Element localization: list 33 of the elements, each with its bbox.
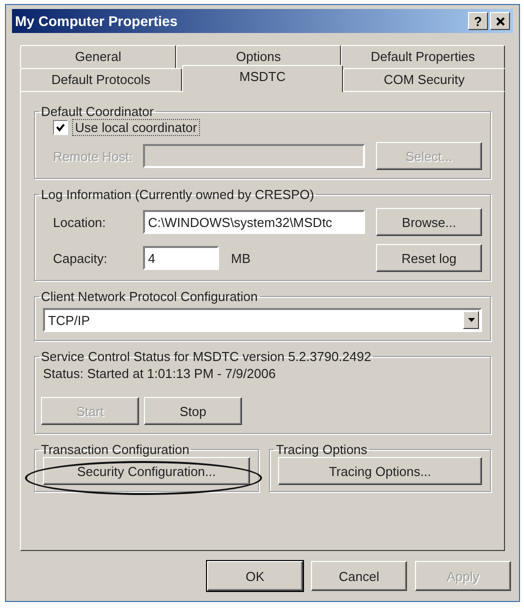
browse-button[interactable]: Browse... [376, 208, 482, 236]
checkmark-icon [56, 123, 65, 132]
location-field[interactable]: C:\WINDOWS\system32\MSDtc [143, 210, 365, 234]
tab[interactable]: General [20, 45, 176, 68]
group-title: Default Coordinator [41, 104, 154, 119]
tab[interactable]: MSDTC [182, 65, 344, 92]
capacity-field[interactable]: 4 [143, 246, 219, 270]
config-button[interactable]: Security Configuration... [43, 457, 250, 485]
group-title: Transaction Configuration [41, 442, 190, 457]
reset-log-button[interactable]: Reset log [376, 244, 482, 272]
close-button[interactable] [490, 12, 510, 30]
capacity-label: Capacity: [52, 250, 108, 266]
protocol-dropdown[interactable]: TCP/IP [43, 308, 482, 332]
tab[interactable]: COM Security [343, 68, 506, 91]
status-text: Status: Started at 1:01:13 PM - 7/9/2006 [43, 366, 277, 381]
tab[interactable]: Default Properties [340, 45, 505, 68]
service-button[interactable]: Stop [144, 397, 242, 425]
close-icon [496, 16, 504, 26]
unit-label: MB [231, 250, 252, 266]
caret-icon [468, 318, 474, 322]
location-label: Location: [52, 214, 107, 230]
group-title: Tracing Options [276, 442, 368, 457]
config-button[interactable]: Tracing Options... [278, 457, 482, 485]
dialog-button[interactable]: OK [207, 561, 303, 591]
group-title: Service Control Status for MSDTC version 5.2.3790.2492 [41, 349, 372, 364]
dropdown-button[interactable] [463, 311, 479, 329]
use-local-checkbox[interactable]: Use local coordinator [53, 119, 482, 136]
help-button[interactable]: ? [468, 12, 488, 30]
group-title: Log Information (Currently owned by CRESPO) [41, 187, 314, 202]
group-title: Client Network Protocol Configuration [41, 289, 258, 304]
window-title: My Computer Properties [15, 13, 178, 29]
tab[interactable]: Default Protocols [20, 68, 182, 91]
dialog-button[interactable]: Cancel [311, 561, 407, 591]
